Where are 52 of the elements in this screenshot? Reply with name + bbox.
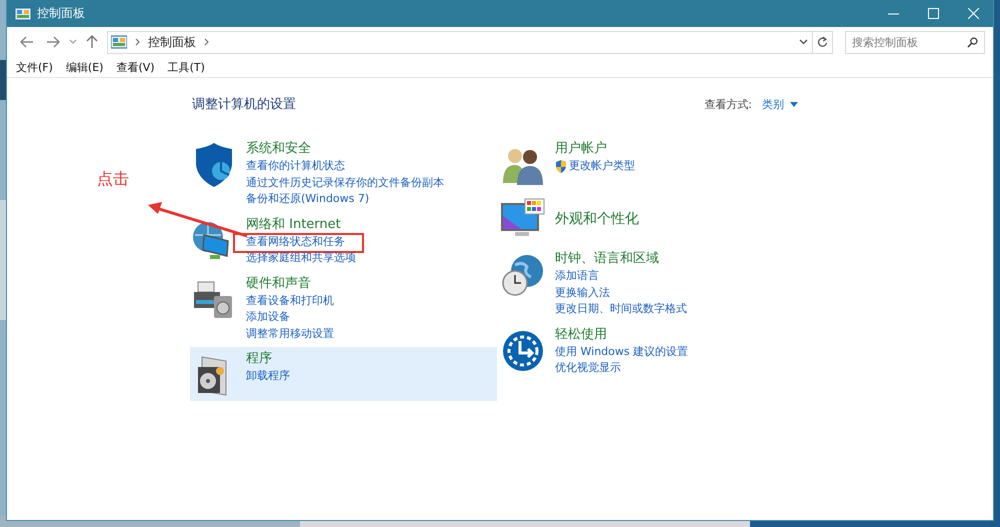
- task-link[interactable]: 更改日期、时间或数字格式: [555, 301, 687, 318]
- window-title: 控制面板: [37, 5, 85, 22]
- menu-item[interactable]: 工具(T): [168, 60, 205, 74]
- view-by-dropdown[interactable]: 类别: [762, 96, 798, 112]
- category-link[interactable]: 用户帐户: [555, 140, 607, 158]
- menu-item[interactable]: 查看(V): [116, 60, 155, 74]
- task-link[interactable]: 查看你的计算机状态: [246, 158, 345, 174]
- search-icon: [967, 36, 978, 48]
- chevron-icon: [135, 38, 140, 46]
- maximize-icon: [928, 8, 938, 19]
- task-link[interactable]: 选择家庭组和共享选项: [246, 250, 356, 266]
- category-link[interactable]: 系统和安全: [246, 140, 311, 158]
- category-link[interactable]: 外观和个性化: [555, 200, 639, 236]
- refresh-icon: [817, 36, 828, 48]
- control-panel-icon: [111, 35, 127, 49]
- category-link[interactable]: 时钟、语言和区域: [555, 250, 659, 268]
- task-link[interactable]: 通过文件历史记录保存你的文件备份副本: [246, 174, 444, 191]
- annotation-label: 点击: [97, 169, 129, 190]
- menu-item[interactable]: 文件(F): [16, 60, 53, 74]
- dropdown-icon[interactable]: [799, 39, 808, 45]
- task-link[interactable]: 使用 Windows 建议的设置: [555, 344, 688, 360]
- search-field[interactable]: 搜索控制面板: [845, 30, 985, 54]
- chevron-icon: [204, 38, 209, 46]
- category-link[interactable]: 硬件和声音: [246, 274, 311, 292]
- close-icon: [968, 8, 978, 19]
- shield-icon: [555, 160, 567, 173]
- task-link[interactable]: 添加语言: [555, 268, 599, 284]
- accessibility-icon: [501, 328, 545, 372]
- category-link[interactable]: 程序: [246, 350, 272, 368]
- page-heading: 调整计算机的设置: [192, 96, 296, 113]
- task-link[interactable]: 优化视觉显示: [555, 360, 621, 376]
- view-by-label: 查看方式:: [704, 96, 752, 112]
- address-bar[interactable]: 控制面板: [107, 30, 833, 54]
- task-link[interactable]: 备份和还原(Windows 7): [246, 191, 370, 208]
- caret-icon: [790, 102, 798, 106]
- forward-arrow-icon: [46, 36, 60, 48]
- control-panel-icon: [15, 6, 31, 20]
- caret-icon: [69, 39, 77, 45]
- breadcrumb[interactable]: 控制面板: [148, 34, 196, 50]
- task-link[interactable]: 查看设备和打印机: [246, 292, 334, 309]
- category-link[interactable]: 网络和 Internet: [246, 216, 341, 234]
- category-link[interactable]: 轻松使用: [555, 326, 607, 344]
- back-arrow-icon: [20, 36, 34, 48]
- task-link[interactable]: 更换输入法: [555, 284, 610, 301]
- task-link[interactable]: 调整常用移动设置: [246, 326, 334, 342]
- task-link[interactable]: 查看网络状态和任务: [246, 234, 345, 250]
- globe-clock-icon: [501, 253, 545, 297]
- menu-item[interactable]: 编辑(E): [66, 60, 104, 74]
- task-link[interactable]: 添加设备: [246, 309, 290, 326]
- task-link[interactable]: 更改帐户类型: [569, 158, 635, 174]
- up-arrow-icon: [86, 35, 98, 49]
- task-link[interactable]: 卸载程序: [246, 368, 290, 384]
